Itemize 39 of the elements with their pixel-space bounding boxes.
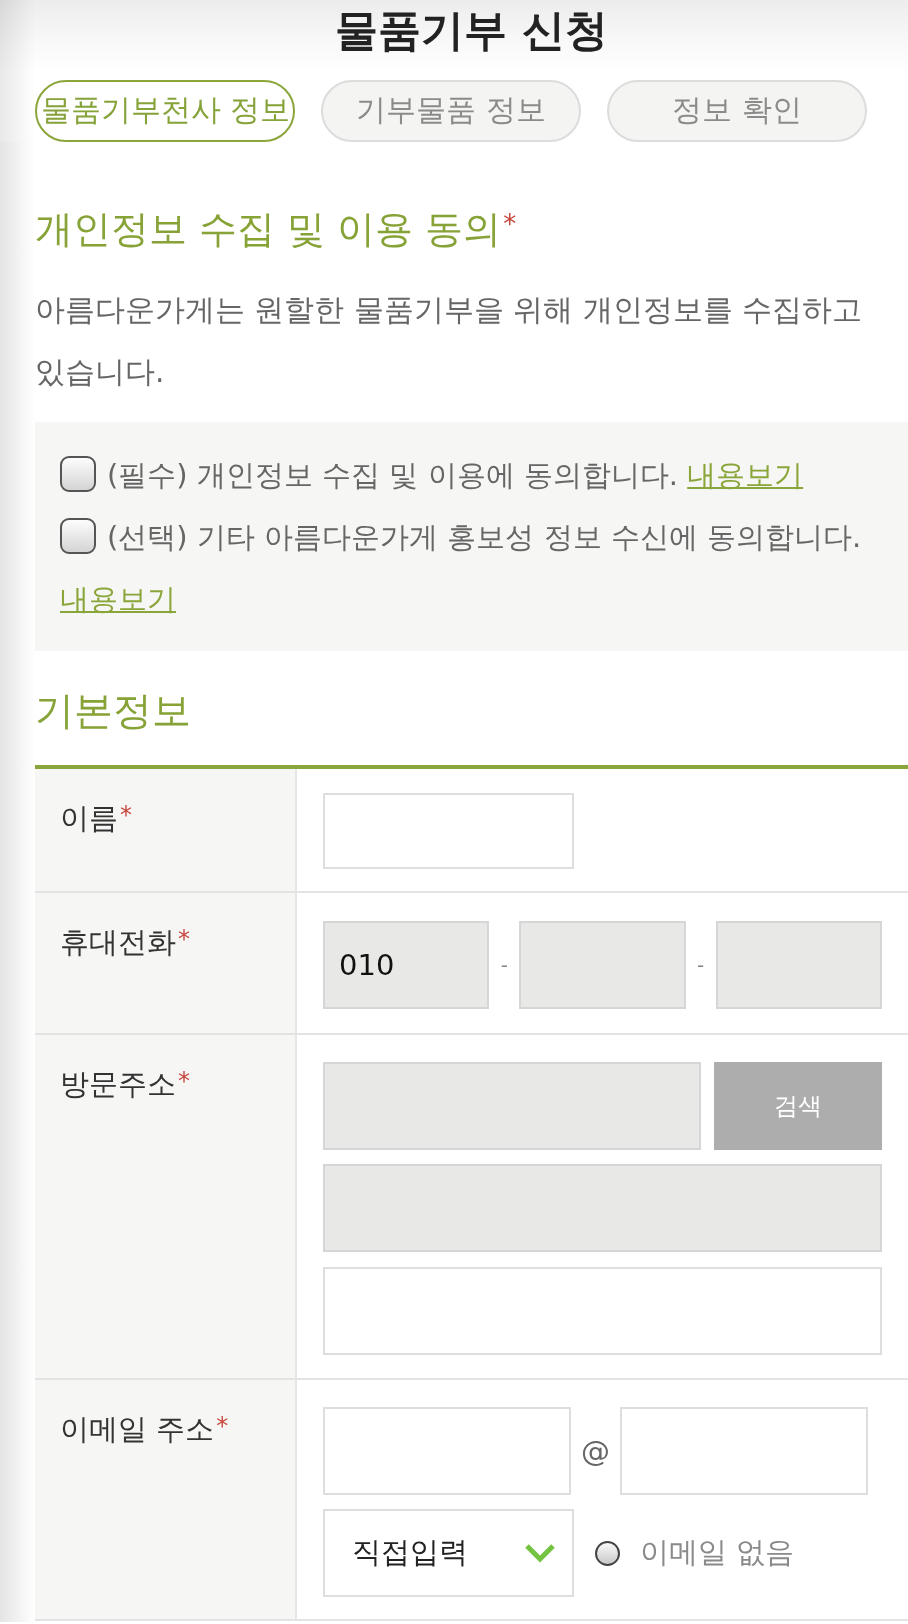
field-label: 이메일 주소 bbox=[60, 1412, 215, 1446]
field-label: 방문주소 bbox=[60, 1067, 176, 1101]
required-mark: * bbox=[120, 801, 132, 829]
required-mark: * bbox=[503, 209, 517, 239]
field-label: 이름 bbox=[60, 801, 118, 835]
name-field[interactable] bbox=[323, 793, 574, 869]
required-mark: * bbox=[178, 925, 190, 953]
consent-description: 아름다운가게는 원할한 물품기부을 위해 개인정보를 수집하고 있습니다. bbox=[35, 292, 863, 391]
required-mark: * bbox=[216, 1412, 229, 1440]
required-mark: * bbox=[178, 1067, 190, 1095]
radio-button[interactable] bbox=[595, 1540, 620, 1566]
address-field[interactable] bbox=[323, 1062, 701, 1150]
phone-field[interactable] bbox=[715, 921, 882, 1009]
at-sign: @ bbox=[580, 1434, 611, 1468]
phone-field[interactable]: 010 bbox=[323, 921, 490, 1009]
consent-text: (선택) 기타 아름다운가게 홍보성 정보 수신에 동의합니다. bbox=[107, 520, 862, 554]
checkbox[interactable] bbox=[60, 456, 96, 492]
field-label: 휴대전화 bbox=[60, 925, 176, 959]
email-id-field[interactable] bbox=[323, 1407, 571, 1495]
address-field[interactable] bbox=[323, 1164, 882, 1252]
page-title: 물품기부 신청 bbox=[334, 4, 609, 57]
option-label: 이메일 없음 bbox=[640, 1534, 795, 1571]
section-heading: 개인정보 수집 및 이용 동의 bbox=[35, 207, 502, 251]
step-tab[interactable]: 물품기부천사 정보 bbox=[35, 80, 295, 142]
dash-separator: - bbox=[499, 953, 509, 977]
consent-text: (필수) 개인정보 수집 및 이용에 동의합니다. bbox=[107, 458, 678, 492]
step-tab[interactable]: 기부물품 정보 bbox=[321, 80, 581, 142]
search-button[interactable]: 검색 bbox=[714, 1062, 882, 1150]
view-details-link[interactable]: 내용보기 bbox=[687, 458, 804, 492]
domain-select[interactable]: 직접입력 bbox=[323, 1509, 574, 1597]
section-heading: 기본정보 bbox=[35, 687, 192, 735]
view-details-link[interactable]: 내용보기 bbox=[60, 582, 176, 616]
phone-field[interactable] bbox=[519, 921, 686, 1009]
dash-separator: - bbox=[696, 953, 706, 977]
address-field[interactable] bbox=[323, 1267, 882, 1355]
step-tab[interactable]: 정보 확인 bbox=[607, 80, 867, 142]
chevron-down-icon bbox=[524, 1543, 556, 1563]
email-domain-field[interactable] bbox=[620, 1407, 868, 1495]
checkbox[interactable] bbox=[60, 518, 96, 554]
